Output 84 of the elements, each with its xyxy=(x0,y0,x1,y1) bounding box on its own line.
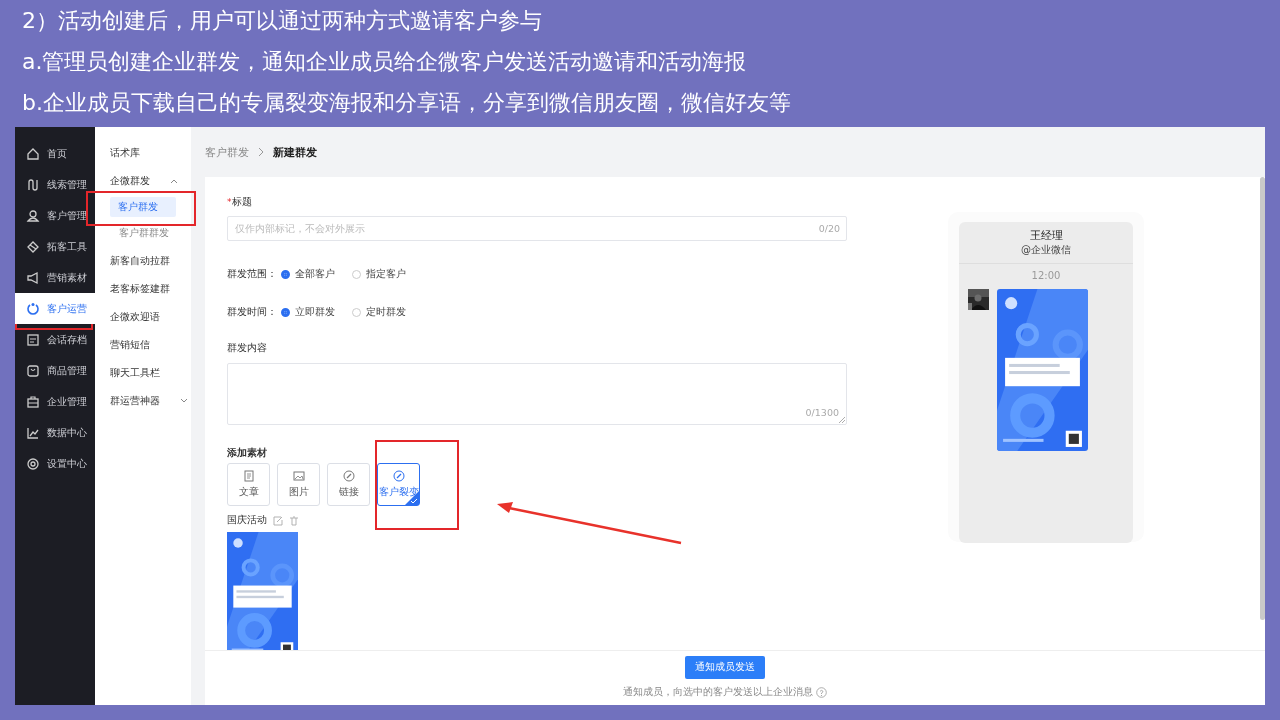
sidebar-label: 线索管理 xyxy=(47,177,87,192)
edit-icon xyxy=(273,515,283,526)
submenu-item[interactable]: 客户群发 xyxy=(110,197,176,217)
slide-heading: b.企业成员下载自己的专属裂变海报和分享语，分享到微信朋友圈，微信好友等 xyxy=(22,89,792,117)
field-label: 标题 xyxy=(231,195,252,209)
submenu-item[interactable]: 企微欢迎语 xyxy=(95,303,191,331)
sidebar-item[interactable]: 客户运营 xyxy=(15,293,95,324)
radio-label[interactable]: 定时群发 xyxy=(366,305,406,319)
radio-button[interactable] xyxy=(352,269,361,279)
sidebar-label: 客户运营 xyxy=(47,301,87,316)
hint-text: 通知成员，向选中的客户发送以上企业消息 xyxy=(623,685,813,699)
page-title: 新建群发 xyxy=(273,144,317,160)
required-mark: * xyxy=(227,197,232,207)
sidebar-label: 数据中心 xyxy=(47,425,87,440)
chevron-icon xyxy=(257,147,265,157)
section-label: 添加素材 xyxy=(227,447,268,460)
sidebar-item[interactable]: 线索管理 xyxy=(15,169,95,200)
sidebar-label: 企业管理 xyxy=(47,394,87,409)
sidebar-label: 客户管理 xyxy=(47,208,87,223)
submenu-item[interactable]: 聊天工具栏 xyxy=(95,359,191,387)
radio-label[interactable]: 指定客户 xyxy=(366,267,406,281)
contact-source: @企业微信 xyxy=(959,243,1133,264)
slide-heading: 2）活动创建后，用户可以通过两种方式邀请客户参与 xyxy=(22,7,543,35)
sidebar-item[interactable]: 设置中心 xyxy=(15,448,95,479)
radio-button[interactable] xyxy=(352,307,361,317)
sidebar-label: 营销素材 xyxy=(47,270,87,285)
sidebar-label: 首页 xyxy=(47,146,67,161)
sidebar-label: 会话存档 xyxy=(47,332,87,347)
link-icon xyxy=(342,470,355,482)
field-label: 群发内容 xyxy=(227,342,268,355)
sidebar-item[interactable]: 营销素材 xyxy=(15,262,95,293)
sidebar-item[interactable]: 客户管理 xyxy=(15,200,95,231)
scrollbar[interactable] xyxy=(1260,177,1265,620)
material-tile[interactable]: 文章 xyxy=(227,463,270,506)
bag-icon xyxy=(26,363,40,378)
sidebar-label: 拓客工具 xyxy=(47,239,87,254)
person-icon xyxy=(26,208,40,223)
submenu-item[interactable]: 营销短信 xyxy=(95,331,191,359)
caret-icon xyxy=(180,398,188,404)
submenu-item[interactable]: 群运营神器 xyxy=(95,387,191,415)
sidebar-item[interactable]: 拓客工具 xyxy=(15,231,95,262)
submenu-item[interactable]: 新客自动拉群 xyxy=(95,247,191,275)
field-label: 群发范围： xyxy=(227,267,278,281)
slide-heading: a.管理员创建企业群发，通知企业成员给企微客户发送活动邀请和活动海报 xyxy=(22,48,748,76)
submenu-item[interactable]: 客户群群发 xyxy=(95,219,191,247)
radio-button[interactable] xyxy=(281,269,290,279)
resize-handle-icon xyxy=(839,417,845,423)
submenu-item[interactable]: 老客标签建群 xyxy=(95,275,191,303)
document-icon xyxy=(26,332,40,347)
route-icon xyxy=(26,177,40,192)
submenu-item[interactable]: 话术库 xyxy=(95,139,191,167)
sidebar-item[interactable]: 企业管理 xyxy=(15,386,95,417)
diamond-icon xyxy=(26,239,40,254)
send-button[interactable]: 通知成员发送 xyxy=(685,656,765,679)
caret-icon xyxy=(170,178,178,184)
character-counter: 0/20 xyxy=(818,223,840,234)
sidebar-item[interactable]: 数据中心 xyxy=(15,417,95,448)
radio-label[interactable]: 全部客户 xyxy=(295,267,335,281)
home-icon xyxy=(26,146,40,161)
link-icon xyxy=(392,470,405,482)
line-chart-icon xyxy=(26,425,40,440)
submenu-item[interactable]: 企微群发 xyxy=(95,167,191,195)
sidebar-item[interactable]: 商品管理 xyxy=(15,355,95,386)
attachment-name: 国庆活动 xyxy=(227,514,267,527)
sidebar-label: 商品管理 xyxy=(47,363,87,378)
sidebar-item[interactable]: 首页 xyxy=(15,138,95,169)
help-icon xyxy=(816,686,827,698)
settings-icon xyxy=(26,456,40,471)
sidebar-label: 设置中心 xyxy=(47,456,87,471)
character-counter: 0/1300 xyxy=(805,407,839,418)
sidebar-item[interactable]: 会话存档 xyxy=(15,324,95,355)
briefcase-icon xyxy=(26,394,40,409)
material-tile[interactable]: 链接 xyxy=(327,463,370,506)
message-time: 12:00 xyxy=(1030,269,1062,283)
field-label: 群发时间： xyxy=(227,305,278,319)
document-icon xyxy=(242,470,255,482)
contact-name: 王经理 xyxy=(1028,228,1064,243)
megaphone-icon xyxy=(26,270,40,285)
radio-button[interactable] xyxy=(281,307,290,317)
material-tile[interactable]: 图片 xyxy=(277,463,320,506)
image-icon xyxy=(292,470,305,482)
trash-icon xyxy=(289,515,299,526)
loop-icon xyxy=(26,301,40,316)
radio-label[interactable]: 立即群发 xyxy=(295,305,335,319)
